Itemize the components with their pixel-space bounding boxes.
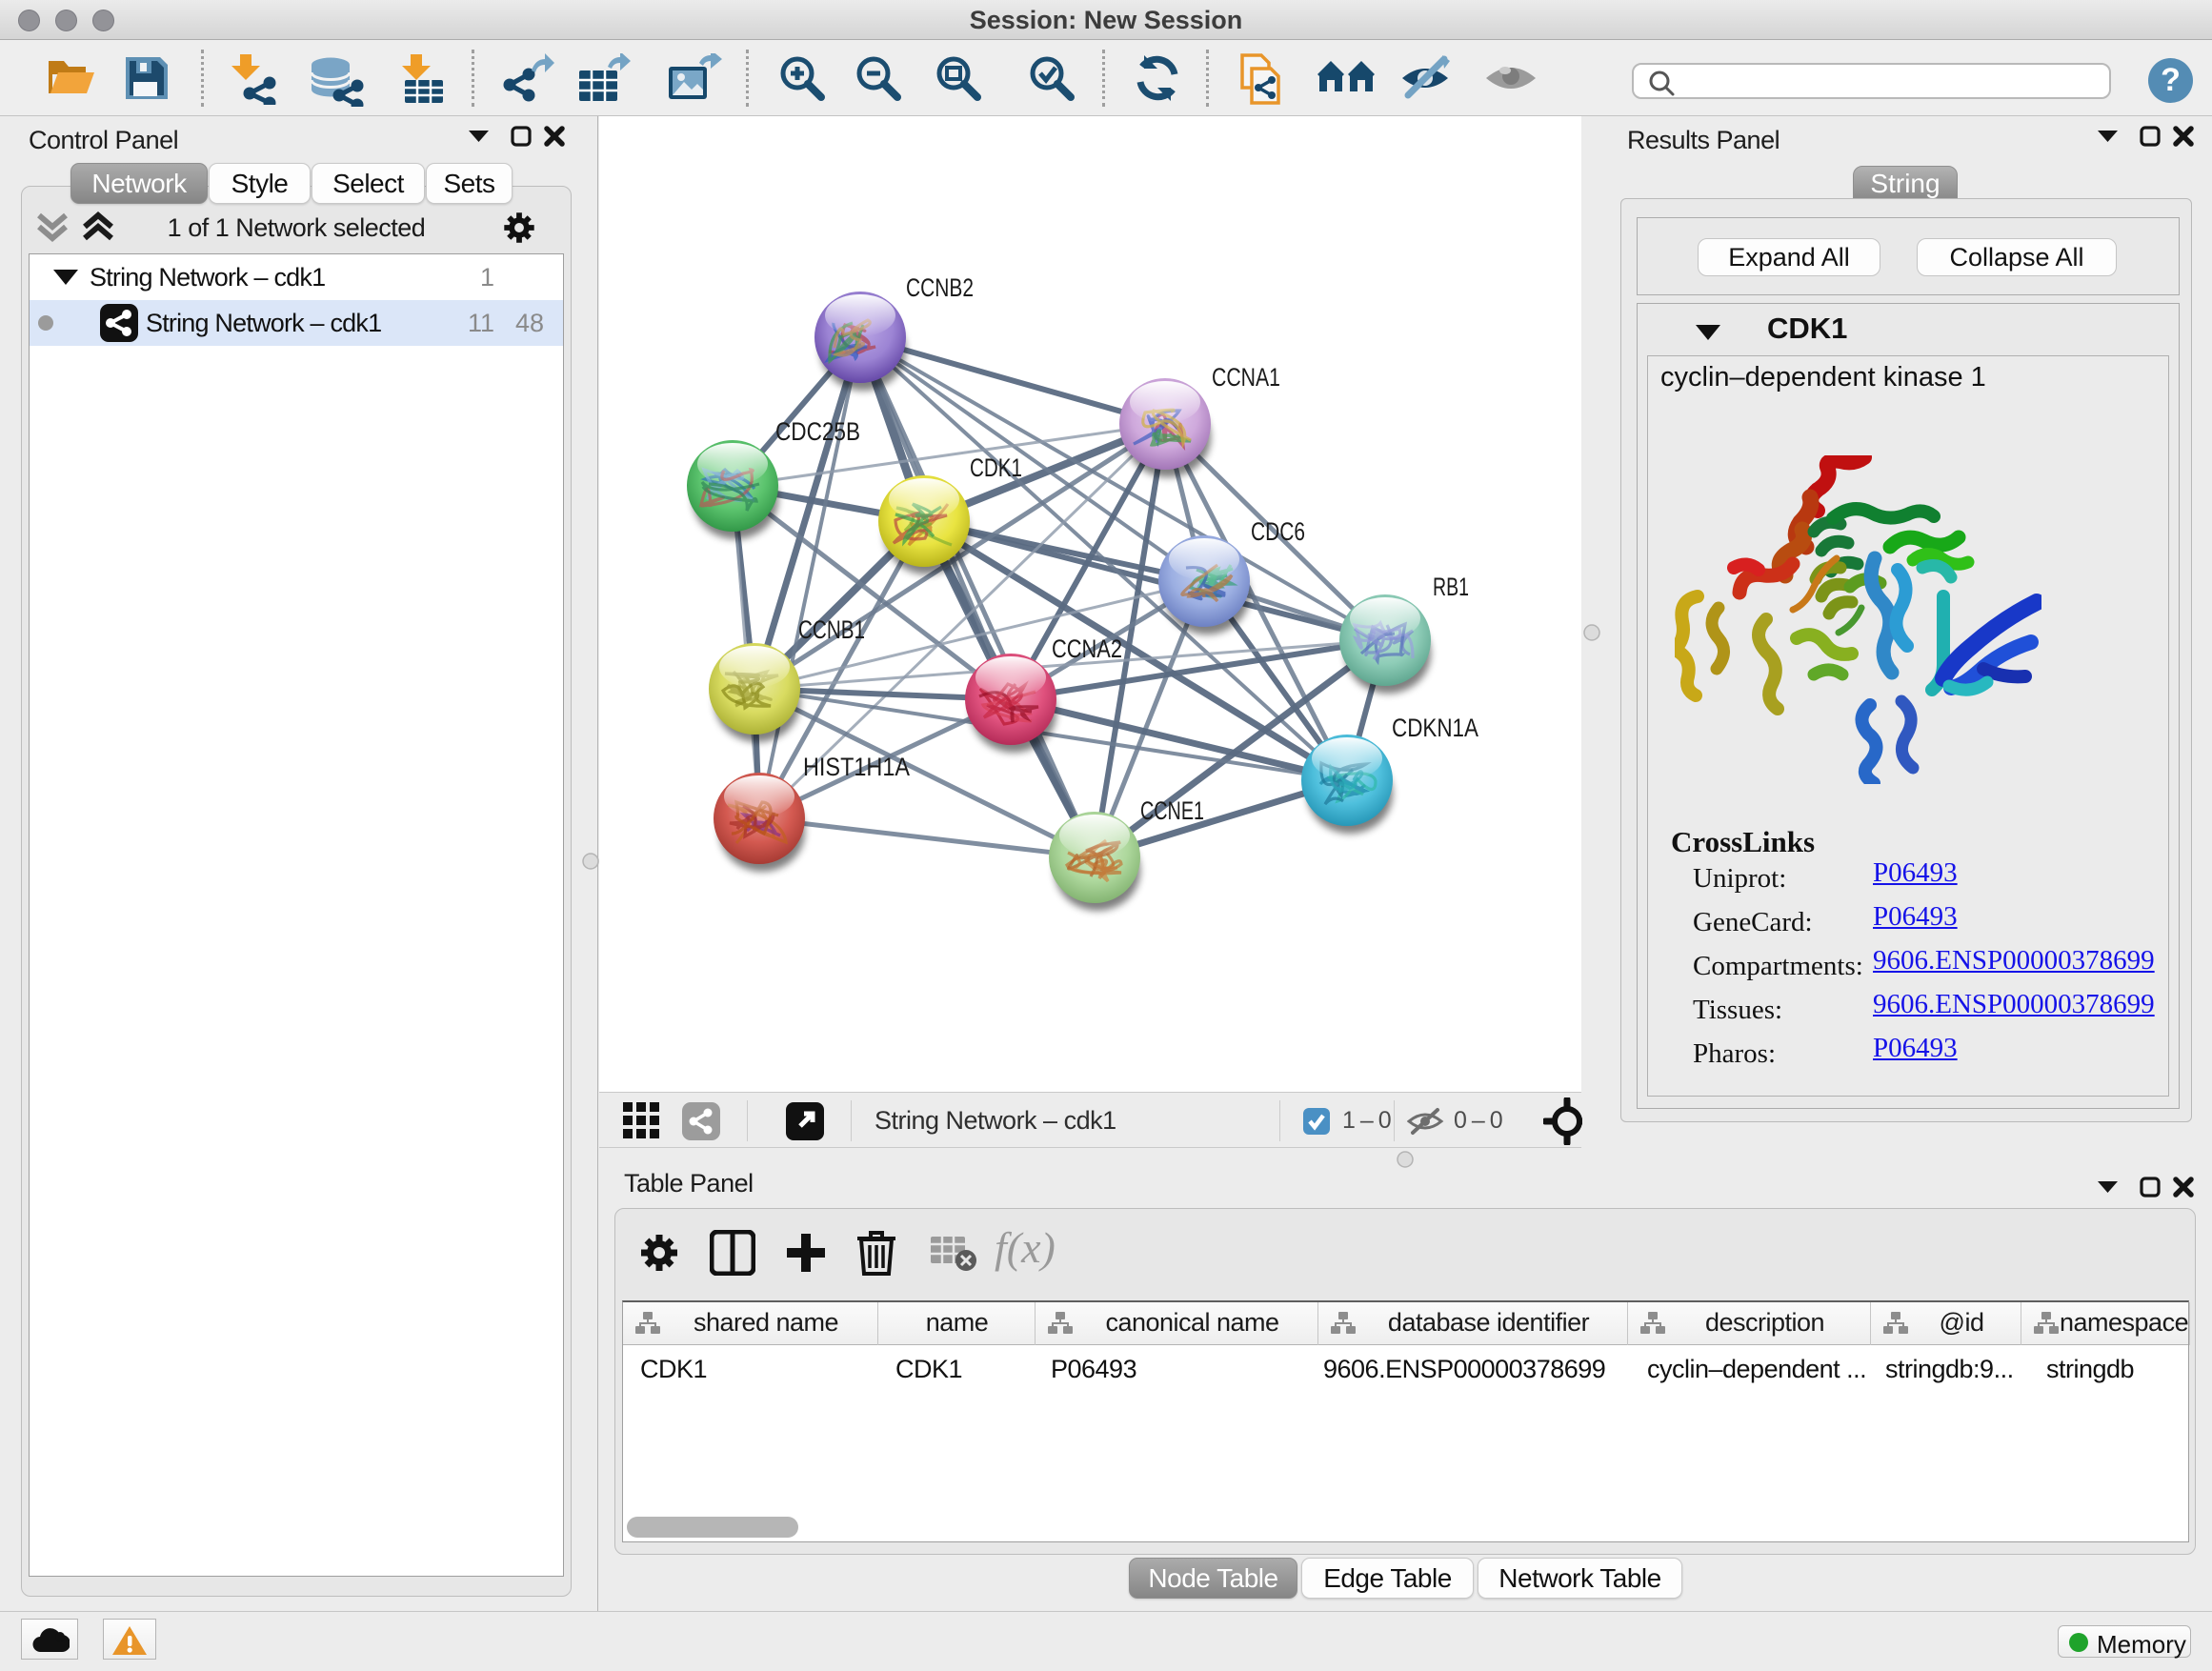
svg-text:CDC6: CDC6 bbox=[1251, 517, 1305, 546]
svg-text:RB1: RB1 bbox=[1433, 573, 1469, 601]
svg-text:HIST1H1A: HIST1H1A bbox=[803, 753, 910, 781]
svg-text:CDC25B: CDC25B bbox=[775, 417, 860, 446]
svg-text:CCNB2: CCNB2 bbox=[906, 273, 974, 302]
svg-text:CCNE1: CCNE1 bbox=[1140, 796, 1204, 825]
svg-text:CCNA2: CCNA2 bbox=[1052, 634, 1122, 663]
svg-text:CDK1: CDK1 bbox=[970, 453, 1022, 482]
svg-text:CDKN1A: CDKN1A bbox=[1392, 714, 1478, 742]
svg-text:CCNA1: CCNA1 bbox=[1212, 363, 1280, 392]
svg-text:CCNB1: CCNB1 bbox=[798, 615, 865, 644]
